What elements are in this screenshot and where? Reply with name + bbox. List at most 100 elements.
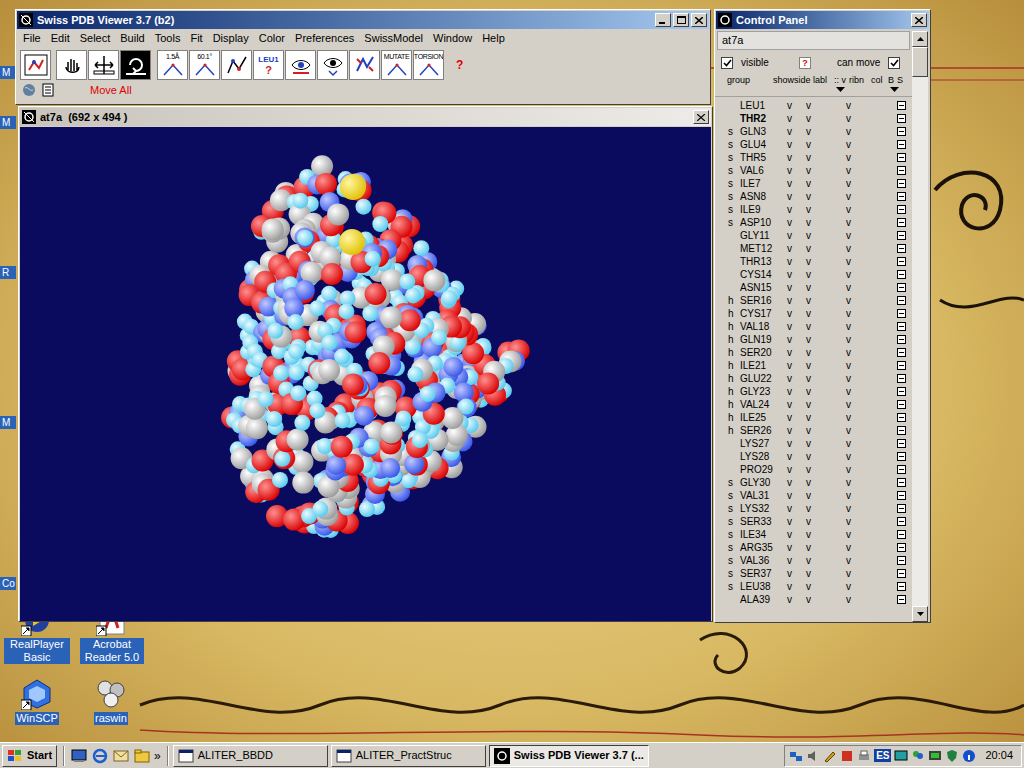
show-flag[interactable]: v bbox=[787, 346, 806, 359]
menu-item[interactable]: Fit bbox=[185, 30, 207, 47]
residue-row[interactable]: hGLY23vvv bbox=[715, 385, 912, 398]
ribbon-flag[interactable]: v bbox=[846, 580, 866, 593]
side-flag[interactable]: v bbox=[806, 593, 825, 606]
pen-icon[interactable] bbox=[823, 749, 837, 763]
ribbon-flag[interactable]: v bbox=[846, 281, 866, 294]
color-box[interactable] bbox=[897, 348, 906, 357]
scroll-thumb[interactable] bbox=[912, 47, 928, 77]
desktop-icon[interactable]: WinSCP bbox=[12, 678, 62, 725]
color-box[interactable] bbox=[897, 179, 906, 188]
desktop-icon-label[interactable]: M bbox=[0, 116, 16, 129]
side-flag[interactable]: v bbox=[806, 294, 825, 307]
side-flag[interactable]: v bbox=[806, 359, 825, 372]
residue-row[interactable]: sLYS32vvv bbox=[715, 502, 912, 515]
residue-row[interactable]: sVAL31vvv bbox=[715, 489, 912, 502]
ribbon-flag[interactable]: v bbox=[846, 99, 866, 112]
ribbon-flag[interactable]: v bbox=[846, 463, 866, 476]
show-flag[interactable]: v bbox=[787, 177, 806, 190]
side-flag[interactable]: v bbox=[806, 437, 825, 450]
outlook-icon[interactable] bbox=[113, 748, 129, 764]
residue-row[interactable]: hSER20vvv bbox=[715, 346, 912, 359]
side-flag[interactable]: v bbox=[806, 515, 825, 528]
ribbon-flag[interactable]: v bbox=[846, 502, 866, 515]
ribbon-flag[interactable]: v bbox=[846, 112, 866, 125]
tool-button[interactable] bbox=[285, 50, 316, 80]
residue-name[interactable]: ILE34 bbox=[740, 528, 787, 541]
show-flag[interactable]: v bbox=[787, 125, 806, 138]
show-flag[interactable]: v bbox=[787, 229, 806, 242]
color-box[interactable] bbox=[897, 478, 906, 487]
task-button[interactable]: ALITER_BBDD bbox=[173, 745, 328, 767]
ribbon-flag[interactable]: v bbox=[846, 320, 866, 333]
color-box[interactable] bbox=[897, 387, 906, 396]
show-flag[interactable]: v bbox=[787, 515, 806, 528]
residue-name[interactable]: ASN8 bbox=[740, 190, 787, 203]
menu-item[interactable]: Select bbox=[75, 30, 116, 47]
side-flag[interactable]: v bbox=[806, 203, 825, 216]
windows-explorer-icon[interactable] bbox=[134, 748, 150, 764]
mode-button[interactable] bbox=[88, 50, 119, 80]
color-box[interactable] bbox=[897, 166, 906, 175]
show-flag[interactable]: v bbox=[787, 437, 806, 450]
can-move-checkbox[interactable] bbox=[888, 57, 900, 69]
side-flag[interactable]: v bbox=[806, 476, 825, 489]
residue-row[interactable]: THR13vvv bbox=[715, 255, 912, 268]
color-box[interactable] bbox=[897, 114, 906, 123]
residue-name[interactable]: ASN15 bbox=[740, 281, 787, 294]
menu-item[interactable]: Preferences bbox=[290, 30, 359, 47]
volume-icon[interactable] bbox=[806, 749, 820, 763]
residue-row[interactable]: sILE7vvv bbox=[715, 177, 912, 190]
residue-name[interactable]: LYS28 bbox=[740, 450, 787, 463]
residue-name[interactable]: SER37 bbox=[740, 567, 787, 580]
residue-name[interactable]: VAL18 bbox=[740, 320, 787, 333]
ribbon-flag[interactable]: v bbox=[846, 125, 866, 138]
show-flag[interactable]: v bbox=[787, 411, 806, 424]
globe-icon[interactable] bbox=[22, 83, 36, 97]
residue-name[interactable]: GLU22 bbox=[740, 372, 787, 385]
color-box[interactable] bbox=[897, 231, 906, 240]
menu-item[interactable]: Edit bbox=[46, 30, 75, 47]
color-box[interactable] bbox=[897, 140, 906, 149]
more-button[interactable]: » bbox=[154, 747, 161, 765]
residue-row[interactable]: LYS27vvv bbox=[715, 437, 912, 450]
ribbon-flag[interactable]: v bbox=[846, 541, 866, 554]
side-flag[interactable]: v bbox=[806, 229, 825, 242]
color-box[interactable] bbox=[897, 465, 906, 474]
show-flag[interactable]: v bbox=[787, 476, 806, 489]
color-box[interactable] bbox=[897, 218, 906, 227]
show-flag[interactable]: v bbox=[787, 281, 806, 294]
side-flag[interactable]: v bbox=[806, 567, 825, 580]
residue-name[interactable]: PRO29 bbox=[740, 463, 787, 476]
desktop-icon-label[interactable]: R bbox=[0, 266, 16, 279]
desktop-icon-label[interactable]: M bbox=[0, 66, 16, 79]
residue-name[interactable]: SER20 bbox=[740, 346, 787, 359]
menu-item[interactable]: Window bbox=[428, 30, 477, 47]
ribbon-flag[interactable]: v bbox=[846, 151, 866, 164]
residue-name[interactable]: GLN19 bbox=[740, 333, 787, 346]
show-flag[interactable]: v bbox=[787, 112, 806, 125]
side-flag[interactable]: v bbox=[806, 281, 825, 294]
show-flag[interactable]: v bbox=[787, 424, 806, 437]
color-box[interactable] bbox=[897, 400, 906, 409]
side-flag[interactable]: v bbox=[806, 151, 825, 164]
show-flag[interactable]: v bbox=[787, 99, 806, 112]
ribbon-flag[interactable]: v bbox=[846, 398, 866, 411]
column-header[interactable]: col bbox=[871, 75, 888, 86]
ribbon-flag[interactable]: v bbox=[846, 346, 866, 359]
show-flag[interactable]: v bbox=[787, 593, 806, 606]
color-box[interactable] bbox=[897, 244, 906, 253]
residue-name[interactable]: THR5 bbox=[740, 151, 787, 164]
side-flag[interactable]: v bbox=[806, 99, 825, 112]
residue-row[interactable]: sGLY30vvv bbox=[715, 476, 912, 489]
ribbon-flag[interactable]: v bbox=[846, 411, 866, 424]
desktop-icon[interactable]: raswin bbox=[88, 678, 134, 725]
ribbon-flag[interactable]: v bbox=[846, 164, 866, 177]
color-box[interactable] bbox=[897, 439, 906, 448]
color-box[interactable] bbox=[897, 153, 906, 162]
info-icon[interactable] bbox=[962, 749, 976, 763]
ribbon-flag[interactable]: v bbox=[846, 307, 866, 320]
column-header[interactable]: S bbox=[897, 75, 906, 86]
residue-name[interactable]: MET12 bbox=[740, 242, 787, 255]
ribbon-flag[interactable]: v bbox=[846, 554, 866, 567]
show-flag[interactable]: v bbox=[787, 372, 806, 385]
